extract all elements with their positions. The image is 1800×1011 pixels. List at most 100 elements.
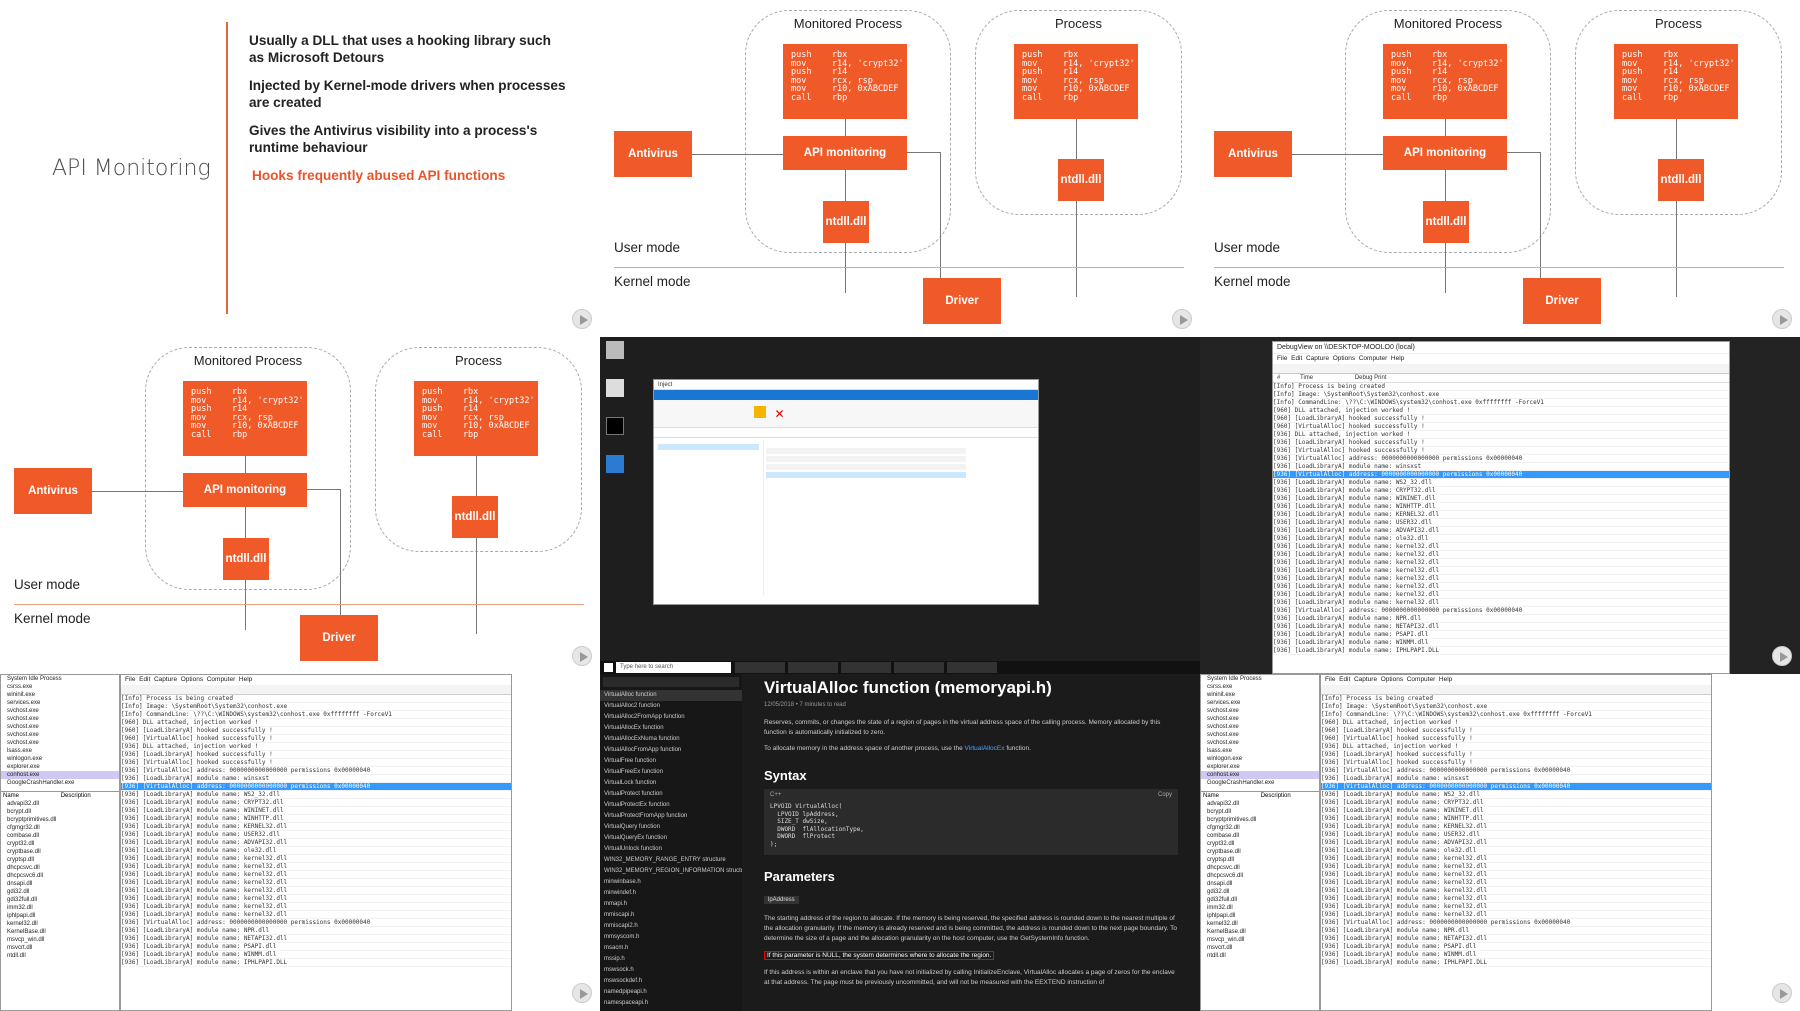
log-row[interactable]: [936] [LoadLibraryA] module name: PSAPI.… (121, 943, 511, 951)
file-list[interactable] (766, 446, 966, 480)
description-column[interactable]: Description (61, 793, 91, 799)
process-item[interactable]: svchost.exe (1201, 739, 1319, 747)
log-row[interactable]: [960] [VirtualAlloc] hooked successfully… (1321, 735, 1711, 743)
process-item[interactable]: wininit.exe (1, 691, 119, 699)
process-tree[interactable]: System Idle Process csrss.exe wininit.exe s… (1201, 675, 1319, 787)
dll-item[interactable]: bcrypt.dll (1201, 808, 1319, 816)
menu-edit[interactable]: Edit (139, 676, 150, 683)
log-row[interactable]: [936] [LoadLibraryA] module name: kernel… (121, 871, 511, 879)
log-row[interactable]: [936] [LoadLibraryA] module name: WINHTT… (121, 815, 511, 823)
process-item[interactable]: svchost.exe (1, 723, 119, 731)
nav-item[interactable]: VirtualAllocEx function (600, 723, 742, 734)
nav-item[interactable]: VirtualUnlock function (600, 844, 742, 855)
log-row[interactable]: [960] [LoadLibraryA] hooked successfully… (1273, 415, 1729, 423)
log-row[interactable]: [936] [VirtualAlloc] hooked successfully… (1321, 759, 1711, 767)
nav-item[interactable]: VirtualProtectEx function (600, 800, 742, 811)
log-row[interactable]: [936] [LoadLibraryA] module name: ole32.… (1273, 535, 1729, 543)
menu-file[interactable]: File (125, 676, 135, 683)
dll-item[interactable]: msvcrt.dll (1, 944, 119, 952)
dll-item[interactable]: iphlpapi.dll (1201, 912, 1319, 920)
log-list[interactable]: [Info] Process is being created [Info] Im… (1321, 695, 1711, 967)
dll-item[interactable]: bcryptprimitives.dll (1, 816, 119, 824)
log-row[interactable]: [936] [LoadLibraryA] module name: WININE… (1321, 807, 1711, 815)
col-num[interactable]: # (1277, 375, 1280, 381)
log-row[interactable]: [960] [VirtualAlloc] hooked successfully… (121, 735, 511, 743)
dll-item[interactable]: ntdll.dll (1201, 952, 1319, 960)
process-item[interactable]: GoogleCrashHandler.exe (1, 779, 119, 787)
log-row[interactable]: [960] [LoadLibraryA] hooked successfully… (121, 727, 511, 735)
process-item[interactable]: wininit.exe (1201, 691, 1319, 699)
log-row[interactable]: [936] [LoadLibraryA] module name: KERNEL… (121, 823, 511, 831)
log-row[interactable]: [936] [LoadLibraryA] module name: kernel… (1273, 559, 1729, 567)
process-item[interactable]: System Idle Process (1201, 675, 1319, 683)
nav-item[interactable]: mmiscapi.h (600, 910, 742, 921)
log-row[interactable]: [Info] CommandLine: \??\C:\WINDOWS\syste… (1273, 399, 1729, 407)
menu-edit[interactable]: Edit (1339, 676, 1350, 683)
dll-item[interactable]: crypt32.dll (1, 840, 119, 848)
process-item[interactable]: svchost.exe (1, 739, 119, 747)
log-row[interactable]: [Info] Process is being created (1321, 695, 1711, 703)
log-row[interactable]: [936] [LoadLibraryA] module name: WINMM.… (121, 951, 511, 959)
log-row[interactable]: [936] [LoadLibraryA] module name: kernel… (1321, 863, 1711, 871)
log-row[interactable]: [Info] Image: \SystemRoot\System32\conho… (1321, 703, 1711, 711)
log-row[interactable]: [936] [LoadLibraryA] module name: kernel… (1273, 591, 1729, 599)
log-row[interactable]: [936] [LoadLibraryA] module name: WS2_32… (1321, 791, 1711, 799)
dll-item[interactable]: combase.dll (1, 832, 119, 840)
process-tree[interactable]: System Idle Process csrss.exe wininit.exe s… (1, 675, 119, 787)
process-item[interactable]: services.exe (1, 699, 119, 707)
nav-item[interactable]: VirtualFree function (600, 756, 742, 767)
log-row[interactable]: [936] [LoadLibraryA] module name: WS2_32… (121, 791, 511, 799)
taskbar-item[interactable] (947, 662, 997, 673)
dll-item[interactable]: dnsapi.dll (1201, 880, 1319, 888)
menu-help[interactable]: Help (1439, 676, 1452, 683)
nav-item[interactable]: WIN32_MEMORY_RANGE_ENTRY structure (600, 855, 742, 866)
log-row[interactable]: [936] [LoadLibraryA] module name: ole32.… (121, 847, 511, 855)
log-row[interactable]: [936] [LoadLibraryA] module name: ole32.… (1321, 847, 1711, 855)
nav-item[interactable]: namespaceapi.h (600, 998, 742, 1009)
log-row[interactable]: [936] [LoadLibraryA] module name: NETAPI… (1273, 623, 1729, 631)
log-row[interactable]: [936] [LoadLibraryA] module name: USER32… (121, 831, 511, 839)
log-row[interactable]: [Info] Process is being created (121, 695, 511, 703)
dll-item[interactable]: kernel32.dll (1, 920, 119, 928)
name-column[interactable]: Name (1203, 793, 1219, 799)
log-row[interactable]: [936] [LoadLibraryA] module name: WINHTT… (1321, 815, 1711, 823)
dll-item[interactable]: iphlpapi.dll (1, 912, 119, 920)
filter-input[interactable] (603, 677, 739, 687)
nav-item[interactable]: mswsockdef.h (600, 976, 742, 987)
process-item[interactable]: conhost.exe (1, 771, 119, 779)
log-row[interactable]: [936] [LoadLibraryA] module name: kernel… (121, 895, 511, 903)
dll-item[interactable]: crypt32.dll (1201, 840, 1319, 848)
menu-options[interactable]: Options (1333, 355, 1355, 362)
log-row[interactable]: [936] [LoadLibraryA] module name: CRYPT3… (1273, 487, 1729, 495)
log-row[interactable]: [936] [LoadLibraryA] module name: CRYPT3… (1321, 799, 1711, 807)
log-row[interactable]: [936] [LoadLibraryA] module name: kernel… (121, 863, 511, 871)
dll-item[interactable]: dhcpcsvc.dll (1201, 864, 1319, 872)
col-time[interactable]: Time (1300, 375, 1313, 381)
menu-computer[interactable]: Computer (207, 676, 236, 683)
dll-item[interactable]: msvcp_win.dll (1201, 936, 1319, 944)
log-row[interactable]: [936] [LoadLibraryA] module name: kernel… (121, 911, 511, 919)
log-row[interactable]: [936] [LoadLibraryA] module name: winsxs… (121, 775, 511, 783)
log-row[interactable]: [Info] Process is being created (1273, 383, 1729, 391)
copy-button[interactable]: Copy (1158, 792, 1172, 798)
ribbon-tabs[interactable] (654, 390, 1038, 400)
log-row[interactable]: [936] [LoadLibraryA] module name: WININE… (1273, 495, 1729, 503)
log-row[interactable]: [936] [LoadLibraryA] module name: kernel… (1273, 551, 1729, 559)
log-row[interactable]: [936] [LoadLibraryA] module name: ADVAPI… (1273, 527, 1729, 535)
toolbar[interactable] (1321, 685, 1711, 695)
nav-item[interactable]: VirtualFreeEx function (600, 767, 742, 778)
nav-item[interactable]: minwindef.h (600, 888, 742, 899)
log-row[interactable]: [936] [VirtualAlloc] address: 0000000000… (121, 767, 511, 775)
log-row[interactable]: [936] [LoadLibraryA] module name: ADVAPI… (1321, 839, 1711, 847)
process-item[interactable]: csrss.exe (1201, 683, 1319, 691)
log-row[interactable]: [936] [VirtualAlloc] address: 0000000000… (1321, 767, 1711, 775)
log-row[interactable]: [936] [LoadLibraryA] module name: WINMM.… (1273, 639, 1729, 647)
dll-item[interactable]: gdi32full.dll (1201, 896, 1319, 904)
log-row[interactable]: [936] [VirtualAlloc] address: 0000000000… (1273, 471, 1729, 479)
menu-capture[interactable]: Capture (154, 676, 177, 683)
dll-item[interactable]: cfgmgr32.dll (1, 824, 119, 832)
taskbar-search[interactable]: Type here to search (616, 662, 731, 673)
play-icon[interactable] (1772, 309, 1792, 329)
toolbar[interactable] (1273, 364, 1729, 374)
process-item[interactable]: GoogleCrashHandler.exe (1201, 779, 1319, 787)
